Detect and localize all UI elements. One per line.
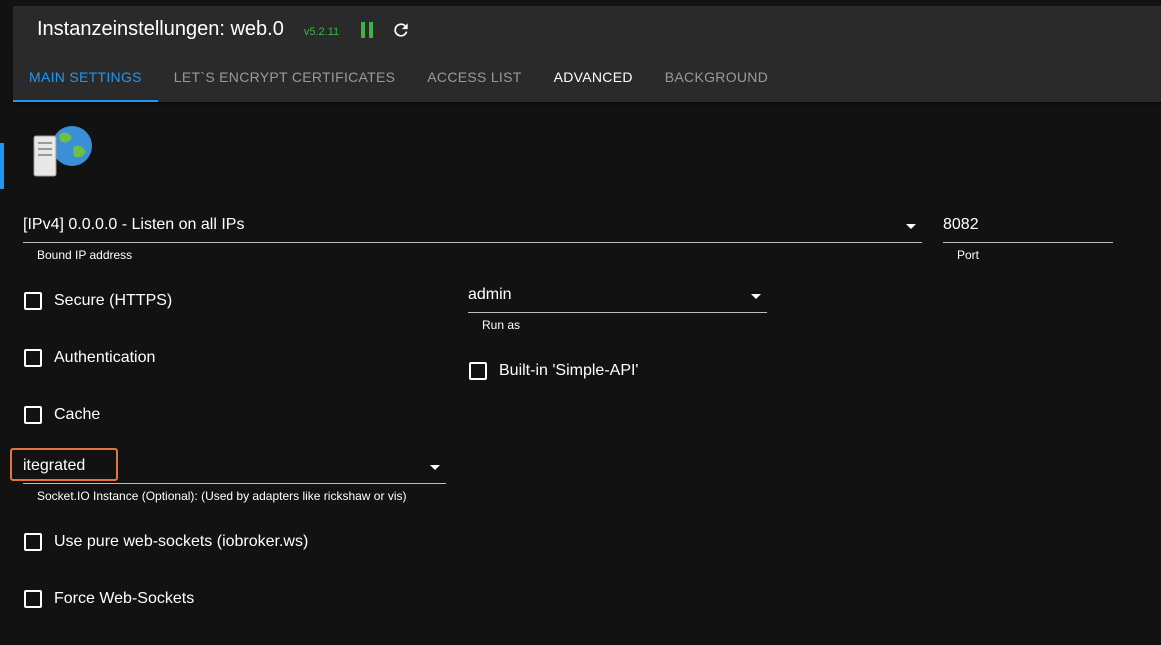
bind-ip-select[interactable]: [IPv4] 0.0.0.0 - Listen on all IPs — [23, 212, 922, 243]
chevron-down-icon — [430, 465, 440, 470]
secure-label: Secure (HTTPS) — [54, 292, 173, 309]
version-label: v5.2.11 — [303, 25, 340, 38]
tab-advanced[interactable]: ADVANCED — [538, 53, 649, 102]
cache-checkbox[interactable]: Cache — [24, 406, 100, 424]
port-value: 8082 — [943, 216, 979, 233]
tab-access-list[interactable]: ACCESS LIST — [411, 53, 537, 102]
tab-main-settings[interactable]: MAIN SETTINGS — [13, 53, 158, 102]
port-input[interactable]: 8082 — [943, 212, 1113, 243]
tab-bar: MAIN SETTINGS LET`S ENCRYPT CERTIFICATES… — [13, 53, 1161, 102]
run-as-value: admin — [468, 286, 512, 303]
cache-label: Cache — [54, 406, 101, 423]
dialog-title: Instanzeinstellungen: web.0 — [37, 18, 284, 40]
checkbox-icon[interactable] — [24, 292, 42, 310]
simple-api-label: Built-in 'Simple-API' — [499, 362, 639, 379]
checkbox-icon[interactable] — [24, 349, 42, 367]
bind-ip-helper: Bound IP address — [37, 248, 133, 262]
bind-ip-value: [IPv4] 0.0.0.0 - Listen on all IPs — [23, 216, 245, 233]
pure-websockets-checkbox[interactable]: Use pure web-sockets (iobroker.ws) — [24, 533, 308, 551]
annotation-highlight-box — [10, 448, 118, 481]
chevron-down-icon — [906, 224, 916, 229]
pure-websockets-label: Use pure web-sockets (iobroker.ws) — [54, 533, 309, 550]
simple-api-checkbox[interactable]: Built-in 'Simple-API' — [469, 362, 638, 380]
socketio-helper: Socket.IO Instance (Optional): (Used by … — [37, 489, 407, 503]
tab-background[interactable]: BACKGROUND — [649, 53, 784, 102]
force-websockets-label: Force Web-Sockets — [54, 590, 195, 607]
web-adapter-logo-icon — [30, 122, 96, 182]
checkbox-icon[interactable] — [24, 533, 42, 551]
checkbox-icon[interactable] — [24, 590, 42, 608]
pause-icon[interactable] — [355, 18, 379, 42]
authentication-checkbox[interactable]: Authentication — [24, 349, 155, 367]
checkbox-icon[interactable] — [469, 362, 487, 380]
chevron-down-icon — [751, 294, 761, 299]
left-accent-bar — [0, 143, 4, 189]
secure-checkbox[interactable]: Secure (HTTPS) — [24, 292, 172, 310]
force-websockets-checkbox[interactable]: Force Web-Sockets — [24, 590, 194, 608]
run-as-helper: Run as — [482, 318, 521, 332]
dialog-header: Instanzeinstellungen: web.0 v5.2.11 — [13, 6, 1161, 53]
authentication-label: Authentication — [54, 349, 156, 366]
reload-icon[interactable] — [389, 18, 413, 42]
tab-lets-encrypt[interactable]: LET`S ENCRYPT CERTIFICATES — [158, 53, 411, 102]
run-as-select[interactable]: admin — [468, 282, 767, 313]
port-helper: Port — [957, 248, 980, 262]
checkbox-icon[interactable] — [24, 406, 42, 424]
